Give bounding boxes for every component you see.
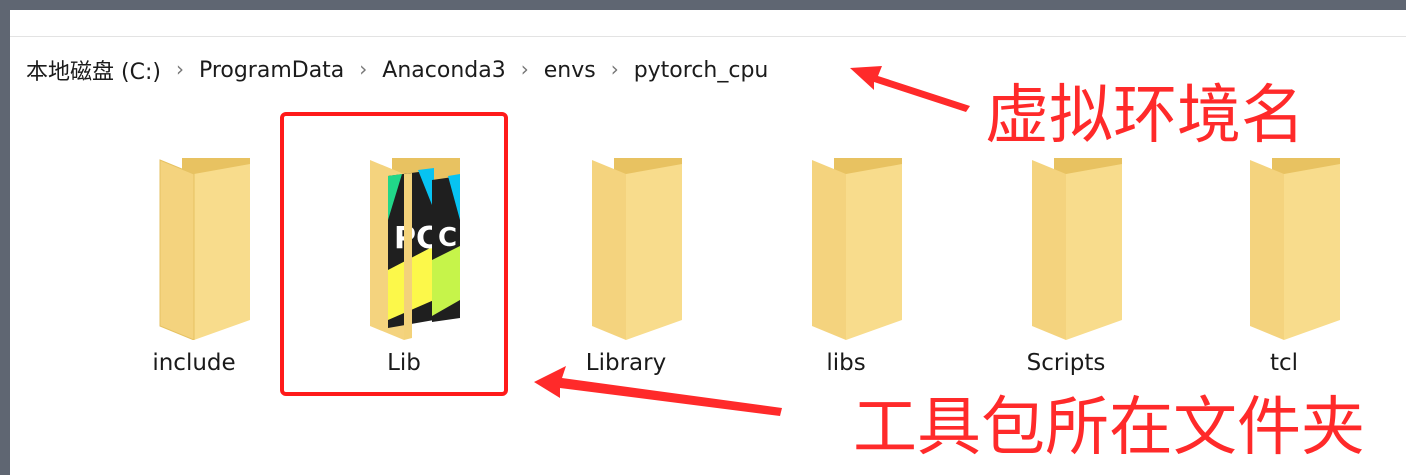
breadcrumb-item-anaconda3[interactable]: Anaconda3 <box>380 58 507 83</box>
folder-item-tcl[interactable]: tcl <box>1194 140 1374 400</box>
breadcrumb-item-envs[interactable]: envs <box>542 58 598 83</box>
folder-label: tcl <box>1269 350 1299 376</box>
folder-item-include[interactable]: include <box>104 140 284 400</box>
folder-label: Scripts <box>1026 350 1106 376</box>
folder-label: Library <box>585 350 667 376</box>
folder-item-libs[interactable]: libs <box>756 140 936 400</box>
folder-item-library[interactable]: Library <box>536 140 716 400</box>
breadcrumb-chevron-icon[interactable]: › <box>163 57 197 81</box>
breadcrumb-chevron-icon[interactable]: › <box>598 57 632 81</box>
file-explorer-window: 本地磁盘 (C:) › ProgramData › Anaconda3 › en… <box>10 10 1406 475</box>
breadcrumb-item-programdata[interactable]: ProgramData <box>197 58 346 83</box>
annotation-toolkit-folder: 工具包所在文件夹 <box>853 391 1365 465</box>
breadcrumb-chevron-icon[interactable]: › <box>508 57 542 81</box>
breadcrumb-chevron-icon[interactable]: › <box>346 57 380 81</box>
folder-label: libs <box>826 350 866 376</box>
lib-highlight-box <box>280 112 508 396</box>
folder-item-scripts[interactable]: Scripts <box>976 140 1156 400</box>
folder-icon <box>812 158 902 340</box>
folder-icon <box>159 158 250 340</box>
folder-label: include <box>152 350 236 376</box>
folder-icon <box>592 158 682 340</box>
folder-icon <box>1032 158 1122 340</box>
toolbar-divider <box>10 36 1406 37</box>
breadcrumb-item-drive[interactable]: 本地磁盘 (C:) <box>24 54 163 86</box>
annotation-env-name: 虚拟环境名 <box>985 79 1305 153</box>
breadcrumb: 本地磁盘 (C:) › ProgramData › Anaconda3 › en… <box>24 54 770 86</box>
arrow-to-env-name <box>850 66 970 112</box>
folder-icon <box>1250 158 1340 340</box>
breadcrumb-item-pytorch-cpu[interactable]: pytorch_cpu <box>632 58 771 83</box>
